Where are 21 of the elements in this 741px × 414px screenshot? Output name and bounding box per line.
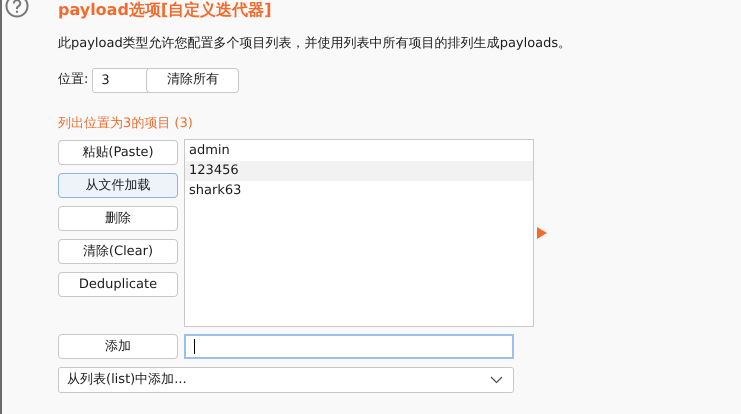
list-item[interactable]: shark63 (185, 181, 533, 201)
list-item[interactable]: 123456 (185, 161, 533, 181)
add-button[interactable]: 添加 (58, 334, 178, 359)
list-item[interactable]: admin (185, 141, 533, 161)
add-from-list-dropdown[interactable]: 从列表(list)中添加... (58, 367, 514, 393)
position-field[interactable]: 3 (92, 68, 148, 92)
position-label: 位置: (58, 71, 88, 90)
section-title: payload选项[自定义迭代器] (58, 0, 273, 20)
item-list[interactable]: admin 123456 shark63 (184, 139, 534, 327)
chevron-down-icon (490, 376, 503, 384)
description: 此payload类型允许您配置多个项目列表，并使用列表中所有项目的排列生成payloads。 (58, 35, 572, 53)
list-action-button[interactable]: 粘贴(Paste) (58, 140, 178, 165)
list-heading: 列出位置为3的项目 (3) (58, 114, 194, 132)
add-input-field[interactable] (184, 334, 514, 359)
list-action-button[interactable]: 从文件加载 (58, 173, 178, 198)
list-action-button[interactable]: 删除 (58, 206, 178, 231)
clear-all-button[interactable]: 清除所有 (146, 68, 240, 92)
expand-arrow-icon[interactable] (537, 227, 547, 239)
help-icon[interactable] (5, 0, 29, 18)
list-action-button[interactable]: 清除(Clear) (58, 239, 178, 264)
list-action-button[interactable]: Deduplicate (58, 272, 178, 297)
